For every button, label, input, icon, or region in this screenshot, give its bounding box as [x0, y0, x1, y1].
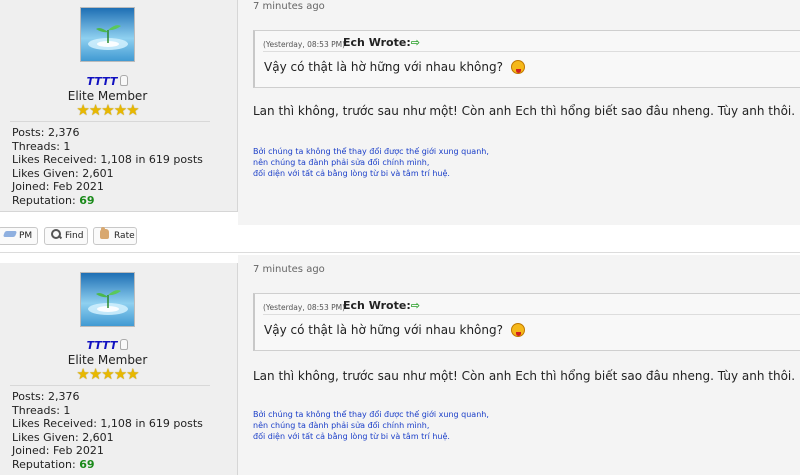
quote-meta: (Yesterday, 08:53 PM)	[263, 40, 346, 49]
find-icon	[50, 229, 62, 239]
post-message: Lan thì không, trước sau như một! Còn an…	[253, 368, 800, 384]
quote-author[interactable]: Ech Wrote:⇨	[343, 36, 420, 49]
signature: Bởi chúng ta không thể thay đổi được thế…	[253, 146, 489, 179]
user-likes-given: Likes Given: 2,601	[12, 166, 114, 180]
go-to-post-arrow-icon[interactable]: ⇨	[411, 36, 420, 49]
signature-line: Bởi chúng ta không thể thay đổi được thế…	[253, 410, 489, 419]
post-divider	[0, 252, 800, 253]
post-time: 7 minutes ago	[253, 264, 325, 275]
user-posts: Posts: 2,376	[12, 390, 80, 403]
quote-meta: (Yesterday, 08:53 PM)	[263, 303, 346, 312]
rate-thumb-icon	[99, 227, 111, 239]
username[interactable]: TTTT	[0, 339, 215, 352]
quote-box: (Yesterday, 08:53 PM) Ech Wrote:⇨ Vậy có…	[253, 293, 800, 351]
quote-text: Vậy có thật là hờ hững với nhau không?	[264, 60, 525, 74]
post-message: Lan thì không, trước sau như một! Còn an…	[253, 103, 800, 119]
rank-stars: ★★★★★	[76, 365, 139, 383]
quote-box: (Yesterday, 08:53 PM) Ech Wrote:⇨ Vậy có…	[253, 30, 800, 88]
user-reputation: Reputation: 69	[12, 458, 203, 472]
quote-text-content: Vậy có thật là hờ hững với nhau không?	[264, 60, 503, 74]
post-content: 7 minutes ago (Yesterday, 08:53 PM) Ech …	[238, 0, 800, 225]
user-threads: Threads: 1	[12, 139, 71, 153]
avatar[interactable]	[80, 7, 135, 62]
user-threads: Threads: 1	[12, 403, 71, 417]
reputation-label: Reputation:	[12, 193, 76, 207]
post: TTTT Elite Member ★★★★★ Posts: 2,376 Thr…	[0, 255, 800, 475]
rate-label[interactable]: Rate	[114, 231, 135, 241]
rank-stars: ★★★★★	[76, 101, 139, 119]
reputation-value: 69	[79, 457, 95, 471]
quote-author[interactable]: Ech Wrote:⇨	[343, 299, 420, 312]
user-stats: Posts: 2,376 Threads: 1 Likes Received: …	[12, 390, 203, 471]
pm-label[interactable]: PM	[19, 231, 32, 241]
post: TTTT Elite Member ★★★★★ Posts: 2,376 Thr…	[0, 0, 800, 225]
signature-line: nên chúng ta đành phải sửa đổi chính mìn…	[253, 421, 430, 430]
quote-author-text[interactable]: Ech Wrote:	[343, 299, 411, 312]
post-time: 7 minutes ago	[253, 1, 325, 12]
user-likes-given: Likes Given: 2,601	[12, 430, 114, 444]
quote-text: Vậy có thật là hờ hững với nhau không?	[264, 323, 525, 337]
post-user-sidebar: TTTT Elite Member ★★★★★ Posts: 2,376 Thr…	[0, 263, 238, 475]
signature-line: nên chúng ta đành phải sửa đổi chính mìn…	[253, 158, 430, 167]
post-message-text: Lan thì không, trước sau như một! Còn an…	[253, 369, 796, 383]
tongue-smiley-icon	[511, 323, 525, 337]
user-joined: Joined: Feb 2021	[12, 180, 104, 193]
user-reputation: Reputation: 69	[12, 194, 203, 208]
quote-separator	[263, 51, 800, 52]
user-likes-received: Likes Received: 1,108 in 619 posts	[12, 417, 203, 430]
quote-text-content: Vậy có thật là hờ hững với nhau không?	[264, 323, 503, 337]
rate-button[interactable]: Rate	[93, 227, 137, 245]
signature-line: đối diện với tất cả bằng lòng từ bi và t…	[253, 169, 450, 178]
divider	[10, 121, 210, 122]
avatar-image	[81, 8, 134, 61]
find-button[interactable]: Find	[44, 227, 88, 245]
post-content: 7 minutes ago (Yesterday, 08:53 PM) Ech …	[238, 255, 800, 475]
reputation-value: 69	[79, 193, 95, 207]
quote-author-text[interactable]: Ech Wrote:	[343, 36, 411, 49]
divider	[10, 385, 210, 386]
username-text[interactable]: TTTT	[87, 75, 118, 88]
user-joined: Joined: Feb 2021	[12, 444, 104, 457]
reputation-label: Reputation:	[12, 457, 76, 471]
find-label[interactable]: Find	[65, 231, 83, 241]
user-posts: Posts: 2,376	[12, 126, 80, 139]
go-to-post-arrow-icon[interactable]: ⇨	[411, 299, 420, 312]
user-offline-icon	[120, 339, 129, 350]
user-offline-icon	[120, 75, 129, 86]
user-likes-received: Likes Received: 1,108 in 619 posts	[12, 153, 203, 166]
username-text[interactable]: TTTT	[87, 339, 118, 352]
post-message-text: Lan thì không, trước sau như một! Còn an…	[253, 104, 796, 118]
pm-button[interactable]: PM	[0, 227, 38, 245]
username[interactable]: TTTT	[0, 75, 215, 88]
quote-separator	[263, 314, 800, 315]
signature-line: Bởi chúng ta không thể thay đổi được thế…	[253, 147, 489, 156]
avatar[interactable]	[80, 272, 135, 327]
user-stats: Posts: 2,376 Threads: 1 Likes Received: …	[12, 126, 203, 207]
pm-icon	[4, 229, 16, 239]
signature: Bởi chúng ta không thể thay đổi được thế…	[253, 409, 489, 442]
avatar-image	[81, 273, 134, 326]
post-user-sidebar: TTTT Elite Member ★★★★★ Posts: 2,376 Thr…	[0, 0, 238, 212]
tongue-smiley-icon	[511, 60, 525, 74]
signature-line: đối diện với tất cả bằng lòng từ bi và t…	[253, 432, 450, 441]
